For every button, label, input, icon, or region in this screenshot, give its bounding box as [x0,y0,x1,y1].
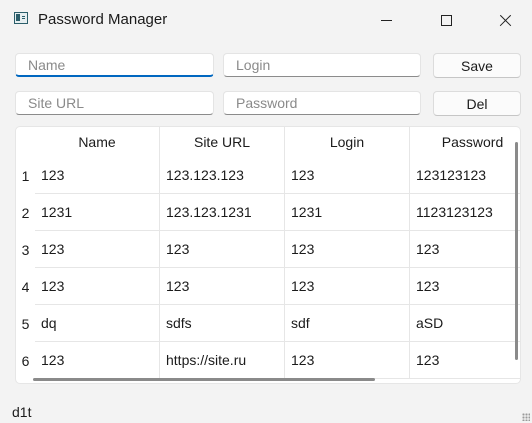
delete-button[interactable]: Del [433,91,521,116]
passwords-table[interactable]: Name Site URL Login Password 1 123 123.123… [15,126,521,384]
cell-login[interactable]: 1231 [285,194,410,231]
cell-password[interactable]: 1123123123 [410,194,520,231]
cell-site-url[interactable]: 123.123.123 [160,157,285,194]
row-header[interactable]: 1 [16,157,35,194]
cell-site-url[interactable]: 123.123.1231 [160,194,285,231]
maximize-icon [440,14,452,26]
site-url-input[interactable] [16,92,213,114]
row-header[interactable]: 5 [16,305,35,342]
save-button[interactable]: Save [433,53,521,78]
column-header-login[interactable]: Login [285,127,410,157]
login-input[interactable] [224,54,420,76]
cell-name[interactable]: dq [35,305,160,342]
cell-password[interactable]: 123 [410,231,520,268]
cell-login[interactable]: sdf [285,305,410,342]
name-input[interactable] [16,54,213,75]
window-title: Password Manager [38,11,168,28]
column-header-password[interactable]: Password [410,127,520,157]
status-text: d1t [12,404,32,420]
cell-site-url[interactable]: 123 [160,268,285,305]
login-field[interactable] [223,53,421,77]
horizontal-scrollbar[interactable] [33,378,375,381]
password-input[interactable] [224,92,420,114]
cell-name[interactable]: 123 [35,268,160,305]
minimize-icon [380,19,392,21]
cell-login[interactable]: 123 [285,342,410,379]
cell-password[interactable]: 123 [410,342,520,379]
cell-name[interactable]: 123 [35,157,160,194]
password-field[interactable] [223,91,421,115]
row-header[interactable]: 6 [16,342,35,379]
vertical-scrollbar[interactable] [515,142,518,360]
cell-login[interactable]: 123 [285,231,410,268]
cell-site-url[interactable]: 123 [160,231,285,268]
row-header[interactable]: 4 [16,268,35,305]
close-icon [498,13,512,27]
row-header[interactable]: 2 [16,194,35,231]
app-icon [14,12,28,24]
cell-login[interactable]: 123 [285,157,410,194]
cell-site-url[interactable]: sdfs [160,305,285,342]
title-bar[interactable]: Password Manager [0,0,532,40]
cell-login[interactable]: 123 [285,268,410,305]
site-url-field[interactable] [15,91,214,115]
cell-name[interactable]: 1231 [35,194,160,231]
cell-name[interactable]: 123 [35,342,160,379]
cell-name[interactable]: 123 [35,231,160,268]
minimize-button[interactable] [363,0,409,40]
cell-password[interactable]: 123 [410,268,520,305]
resize-grip-icon[interactable] [522,413,530,421]
close-button[interactable] [482,0,528,40]
column-header-site-url[interactable]: Site URL [160,127,285,157]
row-header[interactable]: 3 [16,231,35,268]
column-header-name[interactable]: Name [35,127,160,157]
cell-password[interactable]: 123123123 [410,157,520,194]
cell-password[interactable]: aSD [410,305,520,342]
cell-site-url[interactable]: https://site.ru [160,342,285,379]
maximize-button[interactable] [423,0,469,40]
name-field[interactable] [15,53,214,77]
